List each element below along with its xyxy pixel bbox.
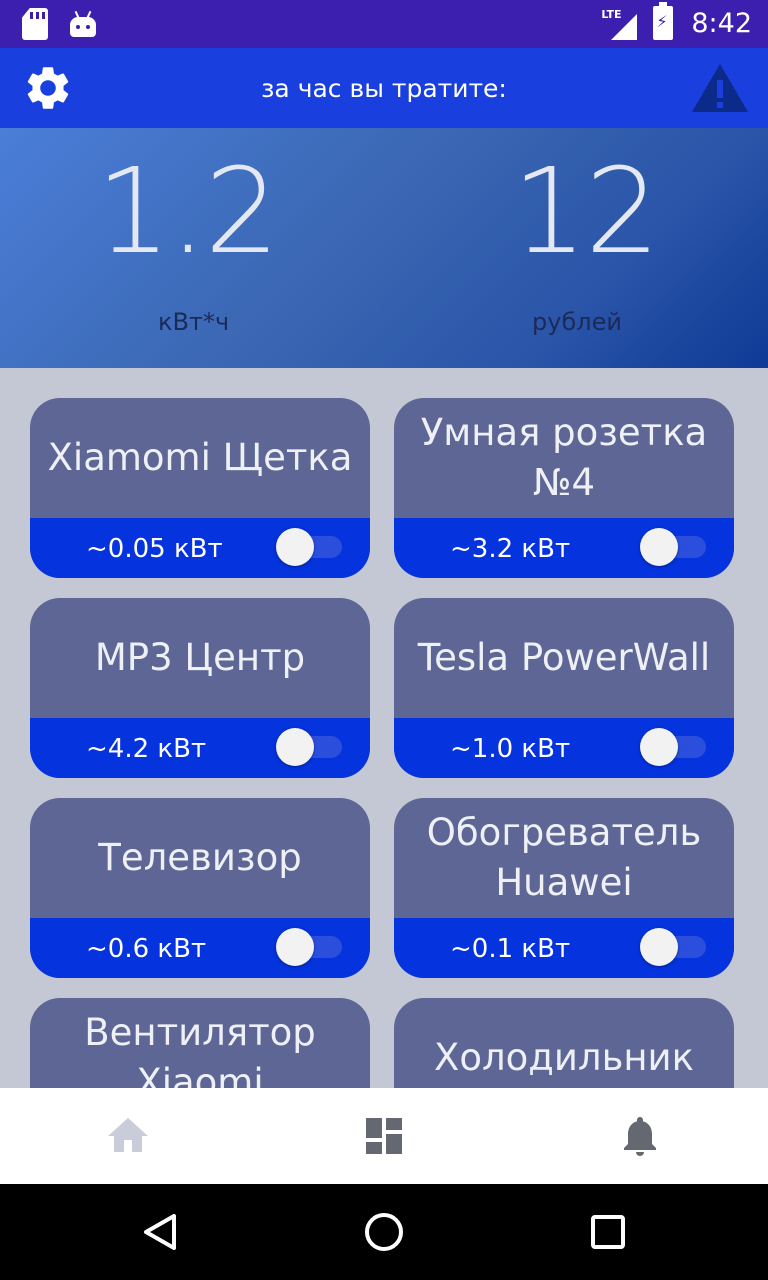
nav-notifications-button[interactable] <box>616 1112 664 1160</box>
energy-value: 1.2 <box>96 142 280 280</box>
device-name: Обогреватель Huawei <box>426 811 702 904</box>
bell-icon <box>624 1117 656 1156</box>
android-icon <box>70 9 96 39</box>
device-toggle[interactable] <box>640 926 706 968</box>
device-power: ~0.05 кВт <box>86 534 223 564</box>
device-name: Телевизор <box>98 836 302 879</box>
clock: 8:42 <box>691 7 752 39</box>
warning-icon <box>692 64 748 112</box>
system-home-button[interactable] <box>360 1208 408 1256</box>
warning-button[interactable] <box>690 62 750 114</box>
app-bar: за час вы тратите: <box>0 48 768 128</box>
device-toggle[interactable] <box>276 926 342 968</box>
system-navigation-bar <box>0 1184 768 1280</box>
device-power: ~0.6 кВт <box>86 934 207 964</box>
cost-value: 12 <box>512 142 660 280</box>
dashboard-icon <box>366 1118 402 1154</box>
device-name: Холодильник <box>434 1036 694 1079</box>
device-card[interactable]: Tesla PowerWall ~1.0 кВт <box>394 598 734 778</box>
device-toggle[interactable] <box>640 526 706 568</box>
device-card[interactable]: MP3 Центр ~4.2 кВт <box>30 598 370 778</box>
nav-dashboard-button[interactable] <box>360 1112 408 1160</box>
device-card[interactable]: Xiamomi Щетка ~0.05 кВт <box>30 398 370 578</box>
energy-unit: кВт*ч <box>158 308 230 336</box>
sd-card-icon <box>22 8 48 40</box>
app-title: за час вы тратите: <box>261 74 507 103</box>
device-toggle[interactable] <box>276 726 342 768</box>
consumption-summary: 1.2 12 кВт*ч рублей <box>0 128 768 368</box>
device-grid: Xiamomi Щетка ~0.05 кВт Умная розетка №4… <box>0 368 768 1088</box>
bottom-navigation <box>0 1088 768 1184</box>
system-recents-button[interactable] <box>584 1208 632 1256</box>
device-card[interactable]: Холодильник <box>394 998 734 1088</box>
device-name: Tesla PowerWall <box>417 636 711 679</box>
device-power: ~3.2 кВт <box>450 534 571 564</box>
device-power: ~0.1 кВт <box>450 934 571 964</box>
back-icon <box>144 1214 176 1250</box>
device-card[interactable]: Вентилятор Xiaomi <box>30 998 370 1088</box>
device-name: Xiamomi Щетка <box>47 436 353 479</box>
battery-charging-icon <box>653 2 674 40</box>
device-name: Вентилятор Xiaomi <box>84 1011 316 1088</box>
device-power: ~4.2 кВт <box>86 734 207 764</box>
device-card[interactable]: Телевизор ~0.6 кВт <box>30 798 370 978</box>
device-power: ~1.0 кВт <box>450 734 571 764</box>
device-toggle[interactable] <box>276 526 342 568</box>
device-name: Умная розетка №4 <box>420 411 708 504</box>
home-circle-icon <box>365 1213 403 1251</box>
device-toggle[interactable] <box>640 726 706 768</box>
status-bar: LTE 8:42 <box>0 0 768 48</box>
device-name: MP3 Центр <box>94 636 306 679</box>
device-card[interactable]: Обогреватель Huawei ~0.1 кВт <box>394 798 734 978</box>
home-icon <box>108 1118 148 1152</box>
device-card[interactable]: Умная розетка №4 ~3.2 кВт <box>394 398 734 578</box>
nav-home-button[interactable] <box>104 1112 152 1160</box>
signal-icon: LTE <box>601 6 638 40</box>
recents-icon <box>591 1215 625 1249</box>
system-back-button[interactable] <box>136 1208 184 1256</box>
cost-unit: рублей <box>532 308 622 336</box>
